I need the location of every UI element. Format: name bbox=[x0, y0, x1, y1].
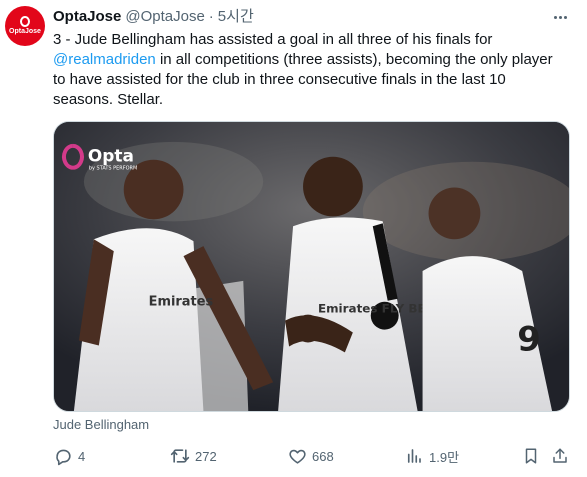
tweet-text-part: 3 - Jude Bellingham has assisted a goal … bbox=[53, 31, 493, 48]
author-handle[interactable]: @OptaJose bbox=[125, 7, 204, 27]
opta-watermark-text: Opta bbox=[88, 146, 134, 166]
views-count: 1.9만 bbox=[429, 449, 460, 465]
heart-icon bbox=[287, 446, 307, 466]
retweet-count: 272 bbox=[195, 448, 217, 464]
like-count: 668 bbox=[312, 448, 334, 464]
reply-button[interactable]: 4 bbox=[53, 444, 85, 468]
avatar-logo-text: OptaJose bbox=[9, 28, 41, 35]
player-center-head bbox=[303, 156, 363, 217]
tweet-text: 3 - Jude Bellingham has assisted a goal … bbox=[53, 30, 565, 110]
player-center-fist bbox=[294, 314, 322, 343]
photo-caption[interactable]: Jude Bellingham bbox=[53, 417, 149, 433]
more-icon[interactable] bbox=[549, 7, 571, 27]
photo-scene: Emirates Emirates FLY BETTER 9 Opta by S… bbox=[54, 122, 569, 411]
author-name[interactable]: OptaJose bbox=[53, 7, 121, 27]
mention-link[interactable]: @realmadriden bbox=[53, 51, 156, 68]
player-right-head bbox=[428, 187, 481, 240]
like-button[interactable]: 668 bbox=[287, 444, 334, 468]
views-button[interactable]: 1.9만 bbox=[404, 444, 459, 468]
views-icon bbox=[404, 446, 424, 466]
tweet-header: OptaJose @OptaJose · 5시간 bbox=[53, 7, 254, 27]
more-dot bbox=[558, 15, 562, 19]
tweet-timestamp[interactable]: 5시간 bbox=[218, 7, 254, 27]
more-dot bbox=[563, 15, 567, 19]
opta-watermark-sub: by STATS PERFORM bbox=[89, 166, 137, 172]
more-dot bbox=[553, 15, 557, 19]
reply-icon bbox=[53, 446, 73, 466]
avatar[interactable]: OptaJose bbox=[5, 6, 45, 46]
jersey-sponsor-left: Emirates bbox=[149, 295, 214, 310]
bookmark-icon bbox=[521, 446, 541, 466]
tweet-actions: 4 272 668 1.9만 bbox=[53, 444, 570, 468]
jersey-number-right: 9 bbox=[517, 319, 541, 358]
reply-count: 4 bbox=[78, 448, 86, 464]
opta-logo-icon bbox=[20, 16, 30, 27]
retweet-icon bbox=[170, 446, 190, 466]
header-separator: · bbox=[208, 8, 214, 25]
share-button[interactable] bbox=[550, 444, 570, 468]
retweet-button[interactable]: 272 bbox=[170, 444, 217, 468]
bookmark-button[interactable] bbox=[521, 444, 541, 468]
tweet-photo[interactable]: Emirates Emirates FLY BETTER 9 Opta by S… bbox=[53, 121, 570, 412]
share-icon bbox=[550, 446, 570, 466]
